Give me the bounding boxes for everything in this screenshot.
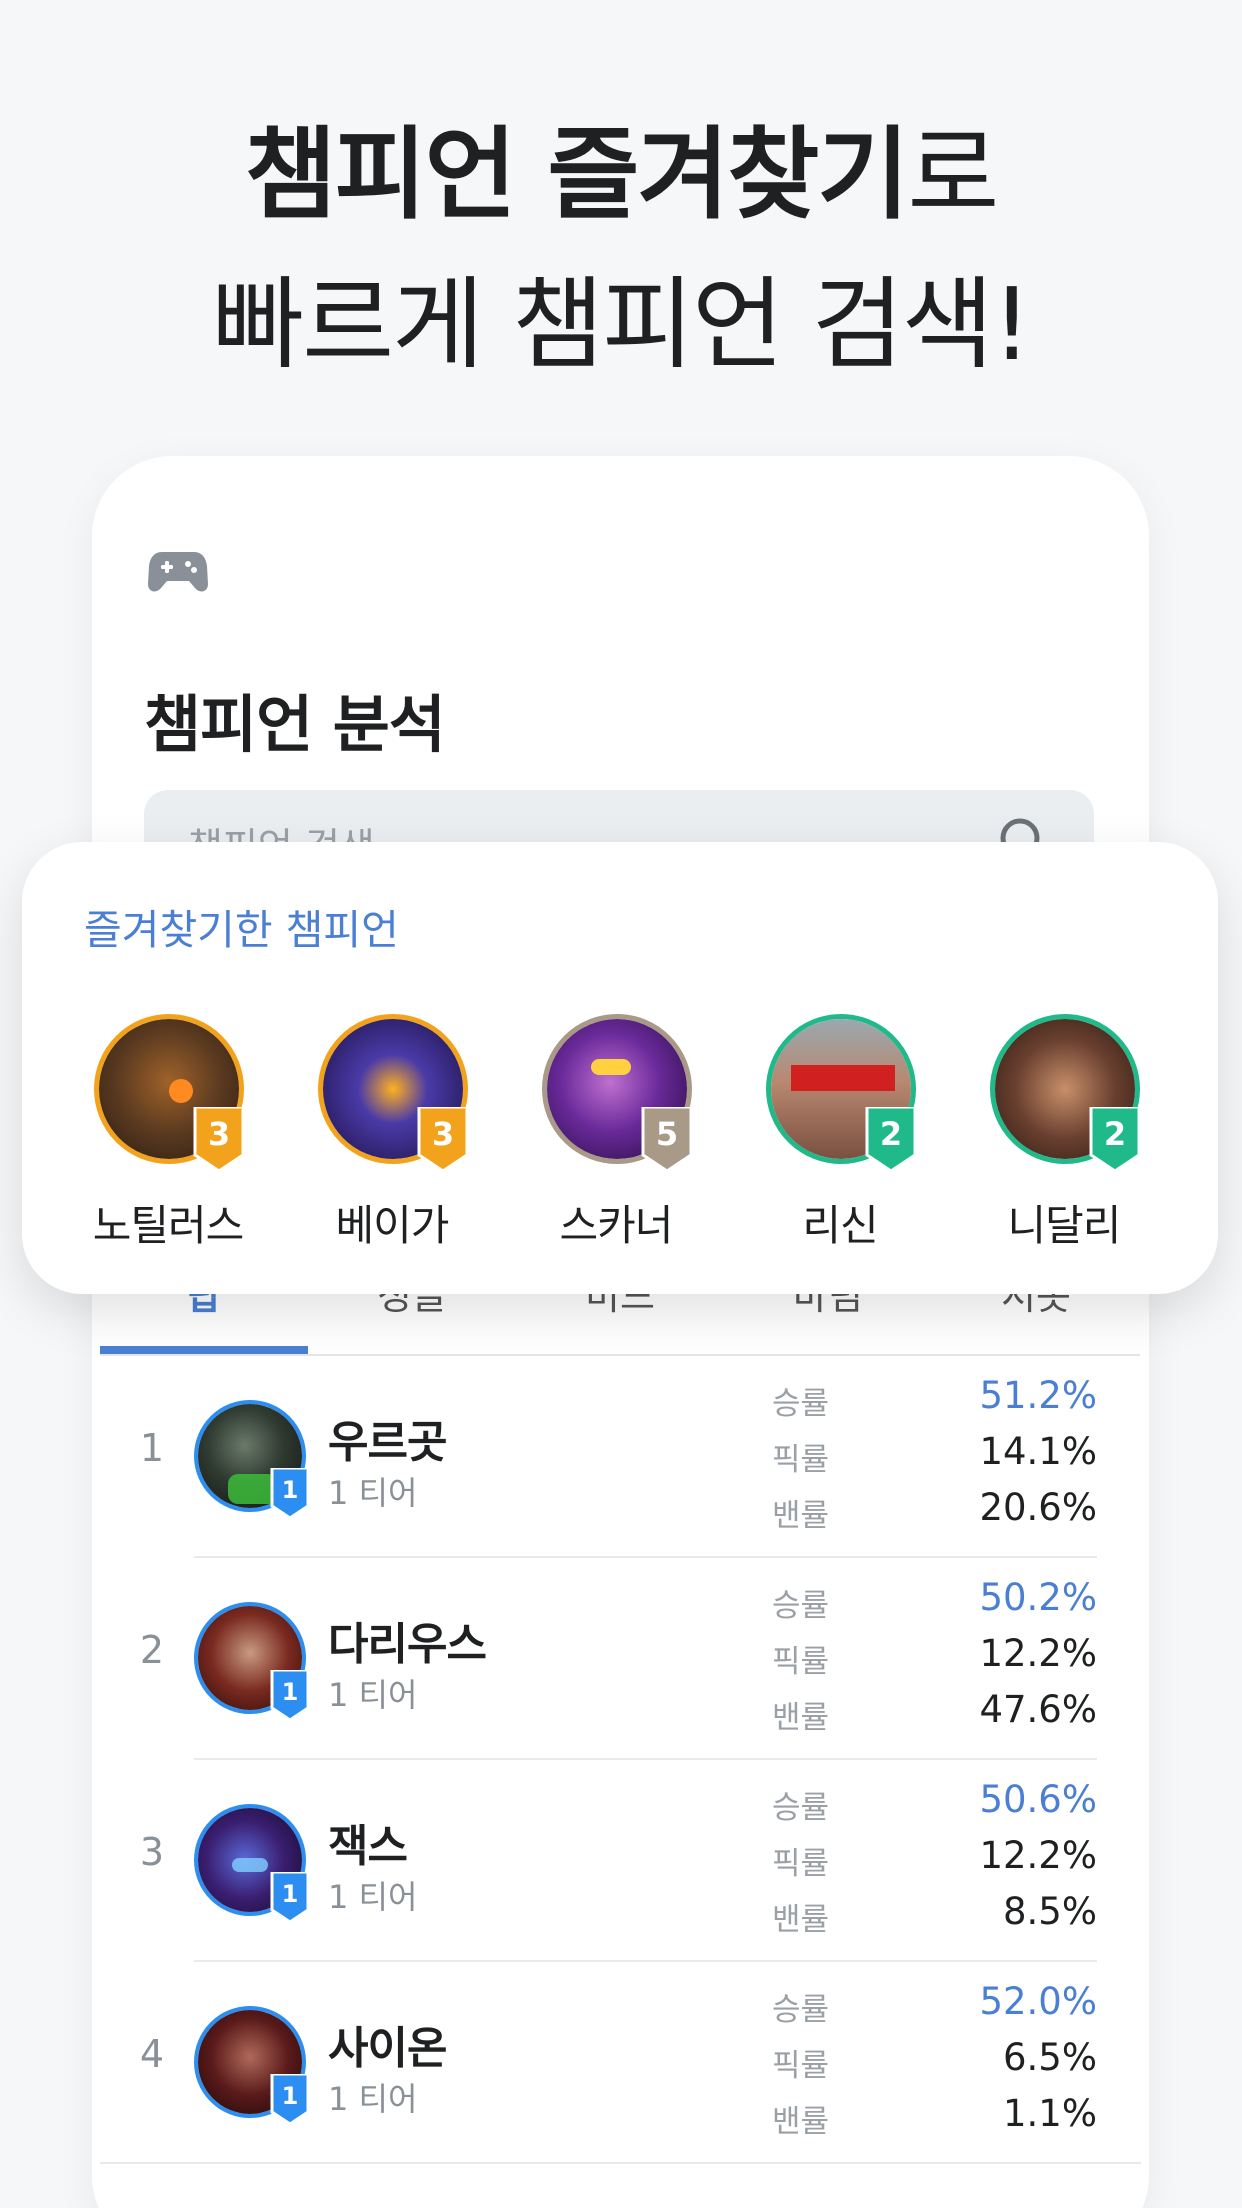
table-row[interactable]: 2 1 다리우스 1 티어 승률 픽률 밴률 50.2% 12.2% 47.6%	[92, 1558, 1149, 1760]
rank-number: 1	[139, 1426, 165, 1470]
win-rate-label: 승률	[772, 1790, 830, 1826]
tier-badge: 2	[1089, 1107, 1141, 1171]
favorite-champion-name: 니달리	[1007, 1201, 1122, 1250]
favorite-champion[interactable]: 3 노틸러스	[48, 1014, 248, 1254]
tier-badge: 1	[270, 2074, 310, 2124]
pick-rate-label: 픽률	[772, 1846, 830, 1882]
favorite-champion-name: 베이가	[335, 1201, 450, 1250]
champion-tier: 1 티어	[328, 1878, 418, 1916]
table-row[interactable]: 3 1 잭스 1 티어 승률 픽률 밴률 50.6% 12.2% 8.5%	[92, 1760, 1149, 1962]
avatar: 2	[766, 1014, 917, 1171]
tier-badge-number: 5	[656, 1115, 678, 1153]
active-tab-indicator	[100, 1346, 308, 1354]
row-divider	[100, 2162, 1141, 2164]
tier-badge-number: 1	[282, 1476, 299, 1504]
ban-rate-value: 47.6%	[979, 1688, 1097, 1731]
tier-badge: 2	[865, 1107, 917, 1171]
tier-badge-number: 1	[282, 1678, 299, 1706]
favorite-champion-name: 스카너	[559, 1201, 674, 1250]
champion-name: 다리우스	[328, 1619, 487, 1670]
tier-badge-number: 3	[208, 1115, 230, 1153]
promo-headline: 챔피언 즐겨찾기로 빠르게 챔피언 검색!	[0, 100, 1242, 400]
tier-badge-number: 1	[282, 1880, 299, 1908]
headline-line-1: 챔피언 즐겨찾기로	[0, 100, 1242, 250]
app-screen-card: 챔피언 분석 챔피언 검색 탑 정글 미드 바텀 서폿 1 1 우르곳 1 티어…	[92, 456, 1149, 2208]
champion-tier: 1 티어	[328, 2080, 418, 2118]
avatar: 5	[542, 1014, 693, 1171]
tier-badge: 5	[641, 1107, 693, 1171]
favorite-champion[interactable]: 5 스카너	[496, 1014, 696, 1254]
gamepad-icon	[148, 552, 208, 592]
ban-rate-label: 밴률	[772, 1498, 830, 1534]
win-rate-label: 승률	[772, 1588, 830, 1624]
win-rate-label: 승률	[772, 1992, 830, 2028]
avatar: 1	[194, 1804, 310, 1922]
page-title: 챔피언 분석	[144, 688, 446, 761]
avatar: 3	[318, 1014, 469, 1171]
rank-number: 3	[139, 1830, 165, 1874]
tier-badge: 1	[270, 1670, 310, 1720]
tier-badge: 1	[270, 1872, 310, 1922]
tier-badge: 3	[417, 1107, 469, 1171]
win-rate-value: 50.2%	[979, 1576, 1097, 1619]
favorites-card: 즐겨찾기한 챔피언 3 노틸러스 3 베이가 5 스카너 2 리신 2 니달리	[22, 842, 1218, 1294]
favorite-champion-name: 리신	[802, 1201, 878, 1250]
favorite-champion[interactable]: 3 베이가	[272, 1014, 472, 1254]
rank-number: 4	[139, 2032, 165, 2076]
favorite-champion[interactable]: 2 니달리	[944, 1014, 1144, 1254]
headline-line-2: 빠르게 챔피언 검색!	[212, 266, 1032, 383]
table-row[interactable]: 4 1 사이온 1 티어 승률 픽률 밴률 52.0% 6.5% 1.1%	[92, 1962, 1149, 2164]
champion-name: 사이온	[328, 2023, 447, 2074]
pick-rate-value: 14.1%	[979, 1430, 1097, 1473]
tier-badge: 3	[193, 1107, 245, 1171]
headline-bold-text: 챔피언 즐겨찾기	[244, 116, 910, 233]
champion-name: 우르곳	[328, 1417, 447, 1468]
headline-light-text: 로	[907, 116, 999, 233]
win-rate-value: 50.6%	[979, 1778, 1097, 1821]
favorites-title: 즐겨찾기한 챔피언	[84, 906, 399, 954]
pick-rate-label: 픽률	[772, 1644, 830, 1680]
ban-rate-label: 밴률	[772, 1700, 830, 1736]
pick-rate-label: 픽률	[772, 1442, 830, 1478]
avatar: 3	[94, 1014, 245, 1171]
win-rate-value: 52.0%	[979, 1980, 1097, 2023]
ban-rate-label: 밴률	[772, 2104, 830, 2140]
win-rate-value: 51.2%	[979, 1374, 1097, 1417]
tier-badge-number: 1	[282, 2082, 299, 2110]
tier-badge-number: 2	[1104, 1115, 1126, 1153]
ban-rate-value: 8.5%	[1003, 1890, 1097, 1933]
champion-name: 잭스	[328, 1821, 408, 1872]
ban-rate-value: 20.6%	[979, 1486, 1097, 1529]
avatar: 1	[194, 1400, 310, 1518]
tier-badge-number: 2	[880, 1115, 902, 1153]
avatar: 1	[194, 1602, 310, 1720]
win-rate-label: 승률	[772, 1386, 830, 1422]
ban-rate-value: 1.1%	[1003, 2092, 1097, 2135]
favorite-champion-name: 노틸러스	[92, 1201, 245, 1250]
pick-rate-value: 12.2%	[979, 1632, 1097, 1675]
table-row[interactable]: 1 1 우르곳 1 티어 승률 픽률 밴률 51.2% 14.1% 20.6%	[92, 1356, 1149, 1558]
ban-rate-label: 밴률	[772, 1902, 830, 1938]
pick-rate-label: 픽률	[772, 2048, 830, 2084]
champion-tier: 1 티어	[328, 1676, 418, 1714]
champion-tier: 1 티어	[328, 1474, 418, 1512]
avatar: 1	[194, 2006, 310, 2124]
pick-rate-value: 12.2%	[979, 1834, 1097, 1877]
rank-number: 2	[139, 1628, 165, 1672]
tier-badge: 1	[270, 1468, 310, 1518]
tier-badge-number: 3	[432, 1115, 454, 1153]
avatar: 2	[990, 1014, 1141, 1171]
pick-rate-value: 6.5%	[1003, 2036, 1097, 2079]
favorite-champion[interactable]: 2 리신	[720, 1014, 920, 1254]
